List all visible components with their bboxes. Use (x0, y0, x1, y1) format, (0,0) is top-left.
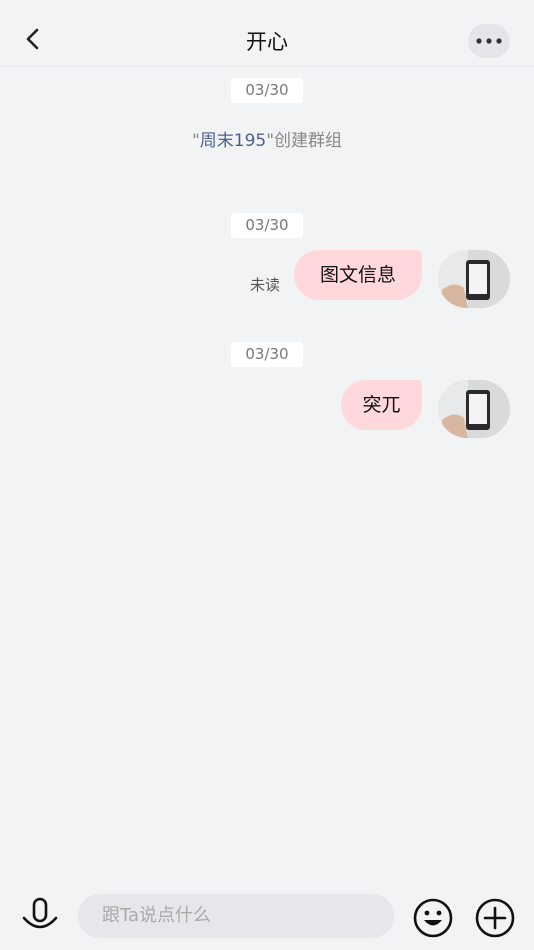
more-options-button[interactable] (468, 24, 510, 58)
avatar[interactable] (438, 380, 510, 438)
unread-status: 未读 (250, 276, 281, 294)
chat-header: 开心 (0, 0, 534, 67)
system-message: "周末195"创建群组 (0, 126, 534, 151)
plus-circle-icon (475, 898, 515, 938)
date-separator: 03/30 (231, 213, 303, 238)
emoji-icon (413, 898, 453, 938)
more-actions-button[interactable] (474, 897, 516, 939)
emoji-button[interactable] (412, 897, 454, 939)
voice-button[interactable] (20, 896, 60, 936)
more-horizontal-icon (476, 38, 502, 44)
message-bubble[interactable]: 突兀 (341, 380, 422, 430)
date-separator: 03/30 (231, 78, 303, 103)
quote-open: " (191, 131, 200, 151)
message-input[interactable]: 跟Ta说点什么 (78, 894, 394, 938)
avatar-image (438, 250, 510, 308)
avatar-image (438, 380, 510, 438)
quote-close: " (266, 131, 275, 151)
avatar[interactable] (438, 250, 510, 308)
creator-name-link[interactable]: 周末195 (200, 131, 266, 151)
date-separator: 03/30 (231, 342, 303, 367)
input-bar: 跟Ta说点什么 (0, 880, 534, 950)
message-bubble[interactable]: 图文信息 (294, 250, 422, 300)
chat-title: 开心 (246, 30, 288, 54)
system-action-text: 创建群组 (274, 131, 343, 151)
microphone-icon (22, 897, 58, 929)
